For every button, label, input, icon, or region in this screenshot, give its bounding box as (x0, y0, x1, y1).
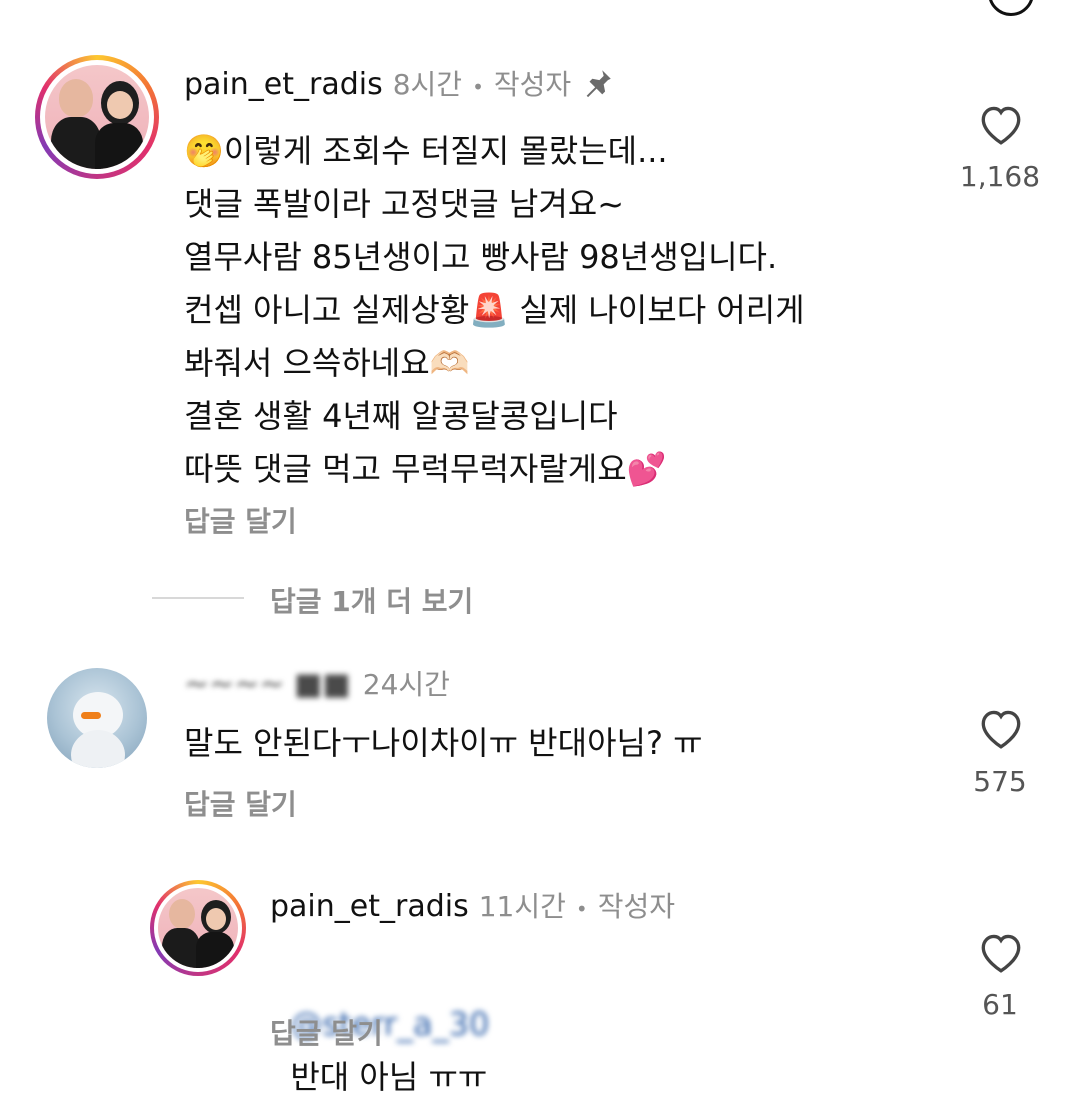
reply-button[interactable]: 답글 달기 (184, 783, 297, 823)
comment-line: 댓글 폭발이라 고정댓글 남겨요~ (184, 185, 625, 223)
top-partial-icon (988, 0, 1034, 16)
comment-text: 말도 안된다ㅜ나이차이ㅠ 반대아님? ㅠ (184, 724, 703, 762)
comment-username[interactable]: pain_et_radis (270, 889, 469, 924)
meta-dot: • (472, 75, 484, 99)
like-count: 1,168 (959, 160, 1041, 193)
olaf-body (71, 730, 125, 768)
comment-username[interactable]: pain_et_radis (184, 67, 383, 102)
heart-outline-icon[interactable] (976, 100, 1026, 146)
author-badge: 작성자 (597, 890, 675, 923)
author-badge: 작성자 (493, 68, 572, 101)
comment-time: 11시간 (478, 890, 566, 923)
like-count: 575 (973, 765, 1027, 798)
reply-text: 반대 아님 ㅠㅠ (290, 1058, 488, 1096)
comment-line: 결혼 생활 4년째 알콩달콩입니다 (184, 397, 618, 435)
replies-divider (152, 597, 244, 599)
like-count: 61 (982, 988, 1018, 1021)
comment-time: 8시간 (392, 68, 463, 101)
avatar (45, 65, 149, 169)
avatar-story-ring[interactable] (35, 55, 159, 179)
olaf-nose (81, 712, 101, 719)
comment-line: 봐줘서 으쓱하네요🫶🏻 (184, 344, 470, 382)
reply-button[interactable]: 답글 달기 (184, 500, 297, 540)
avatar (158, 888, 238, 968)
comment-body: 🤭이렇게 조회수 터질지 몰랐는데... 댓글 폭발이라 고정댓글 남겨요~ 열… (184, 125, 805, 496)
comment-username-blurred[interactable]: ~~~~ ■■ (184, 667, 351, 702)
view-more-replies-button[interactable]: 답글 1개 더 보기 (270, 580, 473, 620)
pin-icon (581, 66, 615, 100)
comment-time: 24시간 (362, 668, 450, 701)
reply-button[interactable]: 답글 달기 (270, 1012, 383, 1052)
comment-line: 컨셉 아니고 실제상황🚨 실제 나이보다 어리게 (184, 291, 805, 329)
heart-outline-icon[interactable] (976, 704, 1026, 750)
comment-line: 🤭이렇게 조회수 터질지 몰랐는데... (184, 132, 668, 170)
meta-dot: • (575, 897, 588, 921)
comment-line: 따뜻 댓글 먹고 무럭무럭자랄게요💕 (184, 450, 667, 488)
comment-line: 열무사람 85년생이고 빵사람 98년생입니다. (184, 238, 778, 276)
avatar[interactable] (47, 668, 147, 768)
heart-outline-icon[interactable] (976, 928, 1026, 974)
avatar-story-ring[interactable] (150, 880, 246, 976)
